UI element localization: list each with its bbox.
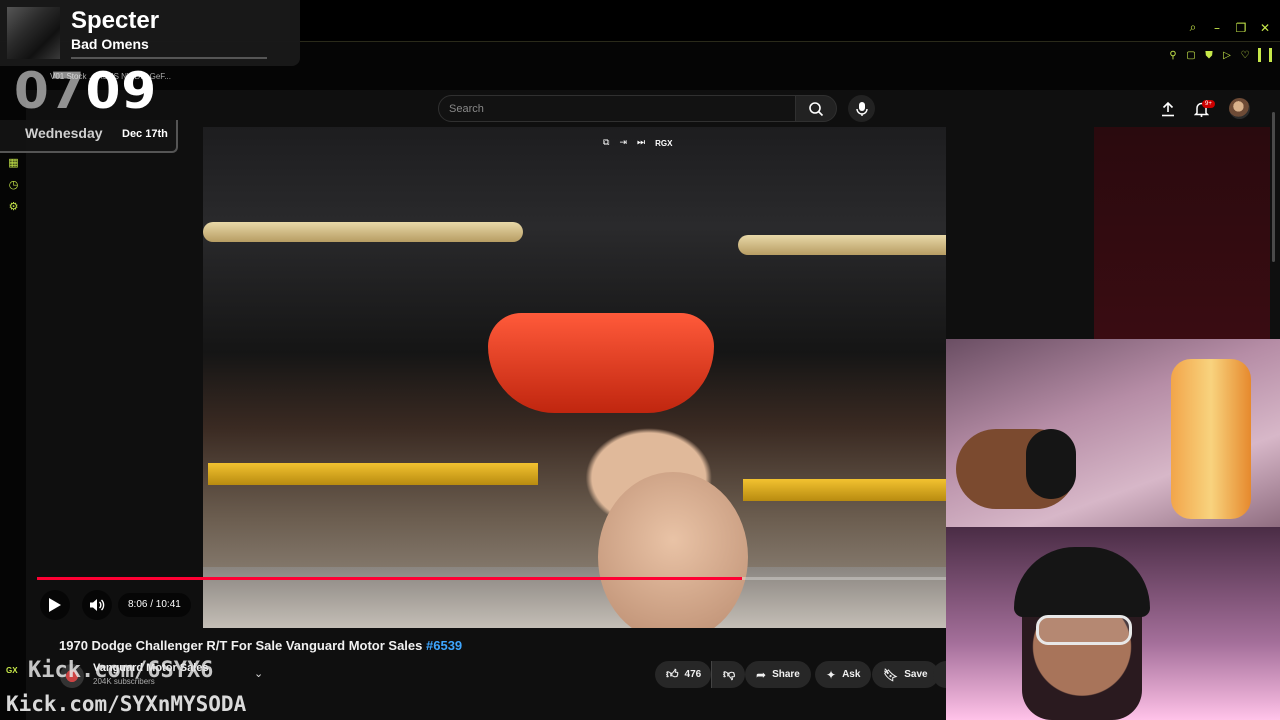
window-controls: ⌕ – ❐ ✕ (1186, 20, 1272, 35)
thumbs-up-icon: 👍︎ (666, 667, 679, 681)
browser-sidebar: ▦ ◷ ⚙ (0, 60, 26, 720)
restore-icon[interactable]: ❐ (1234, 21, 1248, 35)
voice-search-button[interactable] (848, 95, 875, 122)
settings-icon[interactable]: ⚙ (7, 200, 20, 213)
gaming-mouse (1026, 429, 1076, 499)
video-title-text: 1970 Dodge Challenger R/T For Sale Vangu… (59, 638, 423, 653)
kick-handle-top: Kick.com/6SYX6 (28, 658, 214, 683)
clock-date: Dec 17th (122, 128, 168, 140)
play-button[interactable] (40, 590, 70, 620)
face-camera-feed (946, 527, 1280, 720)
video-frame-person (598, 472, 748, 628)
video-frame-lift-right (743, 479, 946, 501)
upload-icon (1162, 101, 1174, 117)
play-icon (49, 598, 61, 612)
ask-button[interactable]: ✦ Ask (815, 661, 872, 688)
search-input[interactable] (439, 96, 795, 121)
history-icon[interactable]: ◷ (7, 178, 20, 191)
popout-icon[interactable]: ⧉ (603, 138, 609, 148)
thumbs-down-icon: 👎︎ (723, 667, 736, 681)
skip-icon[interactable]: ⏭ (637, 138, 645, 148)
search-button[interactable] (795, 95, 837, 122)
snapshot-icon[interactable]: ▢ (1186, 50, 1196, 61)
video-frame-lift-left (208, 463, 538, 485)
share-label: Share (772, 669, 800, 680)
ask-label: Ask (842, 669, 861, 680)
share-icon: ➦ (756, 667, 767, 682)
gx-label[interactable]: GX (6, 666, 18, 675)
microphone-icon (855, 101, 868, 116)
album-art (7, 7, 60, 59)
time-display: 8:06 / 10:41 (118, 593, 191, 617)
clock-minutes: 09 (85, 62, 158, 120)
like-button[interactable]: 👍︎ 476 (655, 661, 711, 688)
extensions-icon[interactable]: ▦ (7, 156, 20, 169)
sidebar-toggle-icon[interactable] (1258, 48, 1261, 62)
notification-badge: 9+ (1202, 100, 1215, 108)
song-title: Specter (71, 7, 160, 34)
browser-search-icon[interactable]: ⌕ (1186, 20, 1200, 35)
video-frame-red-part (488, 313, 714, 413)
video-frame-bar-left (203, 222, 523, 242)
user-avatar[interactable] (1229, 98, 1250, 119)
clock-time: 0709 (14, 62, 157, 120)
now-playing-card: Specter Bad Omens (0, 0, 300, 66)
pin-icon[interactable]: ⚲ (1168, 50, 1178, 61)
shield-icon[interactable]: ⛊ (1204, 50, 1214, 61)
video-progress-fill (37, 577, 743, 580)
bookmark-icon: 🔖︎ (883, 667, 899, 682)
close-icon[interactable]: ✕ (1258, 21, 1272, 35)
dislike-button[interactable]: 👎︎ (711, 661, 745, 688)
minimize-icon[interactable]: – (1210, 21, 1224, 35)
song-progress (71, 57, 267, 59)
volume-icon (90, 599, 105, 611)
video-progress-bar[interactable] (37, 577, 946, 580)
player-icon[interactable]: ▷ (1222, 50, 1232, 61)
ambient-glow (1094, 127, 1270, 342)
streamer-helmet (1014, 547, 1150, 617)
save-label: Save (904, 669, 928, 680)
extensions-row: ⚲ ▢ ⛊ ▷ ♡ (1168, 48, 1272, 62)
video-title: 1970 Dodge Challenger R/T For Sale Vangu… (59, 638, 462, 653)
enter-icon[interactable]: ⇥ (619, 138, 627, 148)
search-box[interactable] (438, 95, 796, 122)
save-button[interactable]: 🔖︎ Save (872, 661, 939, 688)
like-count: 476 (684, 669, 702, 680)
rgx-label[interactable]: RGX (655, 139, 672, 148)
clock-day: Wednesday (25, 125, 103, 141)
video-player[interactable] (203, 127, 946, 628)
search-icon (809, 101, 824, 116)
hands-camera-feed (946, 339, 1280, 527)
video-hashtag[interactable]: #6539 (426, 638, 462, 653)
upload-button[interactable] (1157, 98, 1179, 120)
share-button[interactable]: ➦ Share (745, 661, 811, 688)
chevron-down-icon[interactable]: ⌄ (254, 667, 263, 680)
video-frame-bar-right (738, 235, 946, 255)
volume-button[interactable] (82, 590, 112, 620)
energy-drink-can (1171, 359, 1251, 519)
song-artist: Bad Omens (71, 36, 149, 52)
streamer-glasses (1036, 615, 1132, 645)
sparkle-icon: ✦ (826, 667, 837, 682)
clock-hours: 07 (14, 62, 86, 120)
sidebar-toggle-icon-2[interactable] (1269, 48, 1272, 62)
video-overlay-tools: ⧉ ⇥ ⏭ RGX (603, 138, 672, 148)
heart-icon[interactable]: ♡ (1240, 50, 1250, 61)
scrollbar-thumb[interactable] (1272, 112, 1275, 262)
kick-handle-bottom: Kick.com/SYXnMYSODA (6, 692, 247, 716)
